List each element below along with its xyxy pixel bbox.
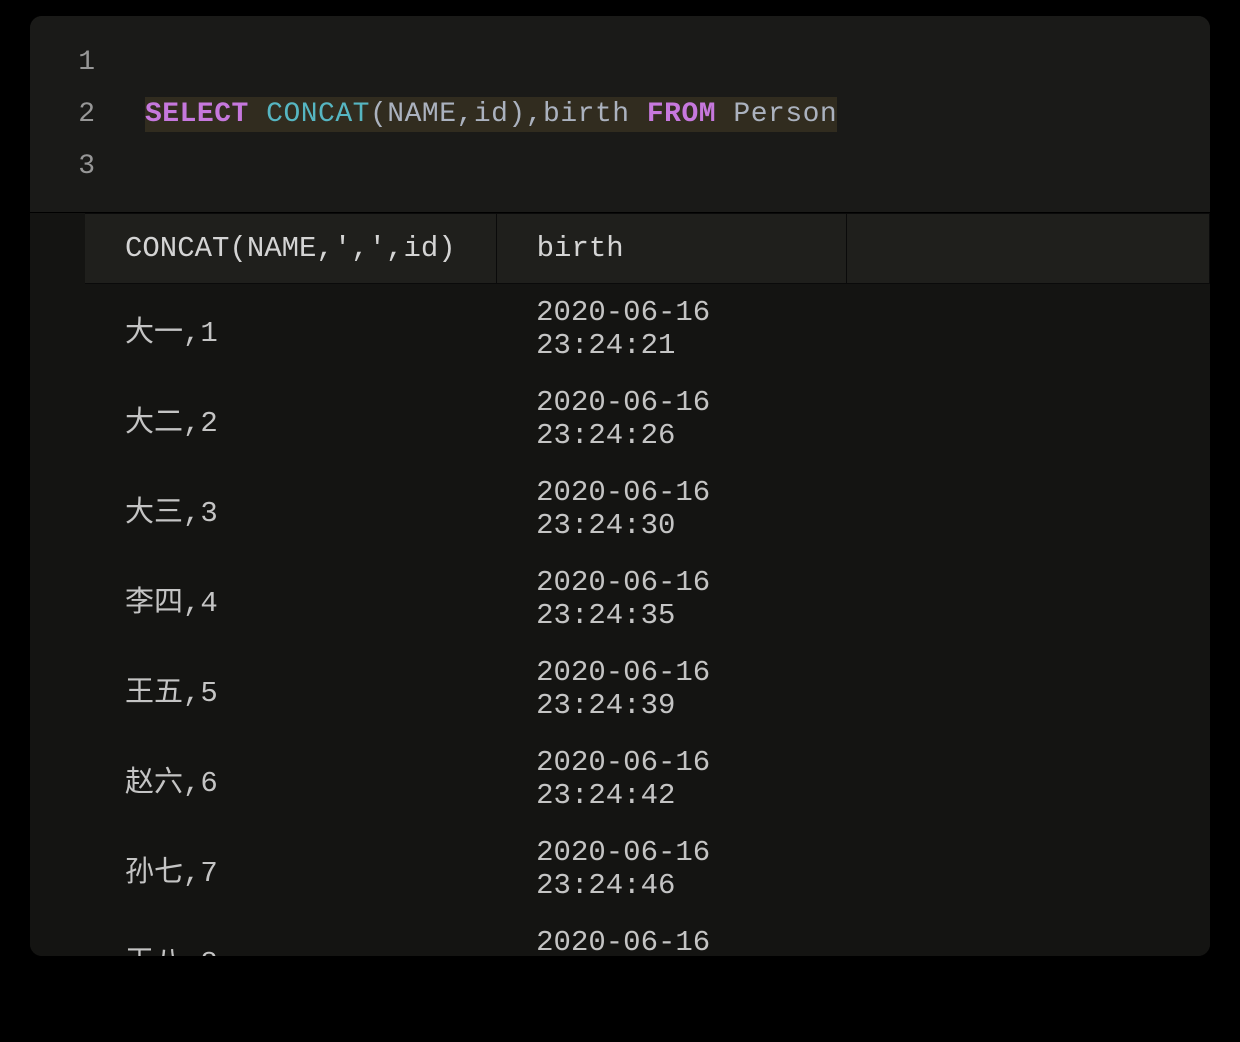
cell-concat: 赵六,6 [85, 734, 496, 824]
table-row[interactable]: 大三,3 2020-06-16 23:24:30 [85, 464, 1210, 554]
sql-comma: , [526, 99, 543, 130]
code-line[interactable]: 1 [30, 36, 1210, 88]
cell-birth: 2020-06-16 23:24:26 [496, 374, 846, 464]
cell-birth: 2020-06-16 23:24:46 [496, 824, 846, 914]
table-row[interactable]: 大二,2 2020-06-16 23:24:26 [85, 374, 1210, 464]
sql-editor-pane[interactable]: 1 2 SELECT CONCAT(NAME,id),birth FROM Pe… [30, 16, 1210, 213]
column-header-concat[interactable]: CONCAT(NAME,',',id) [85, 214, 496, 284]
code-line[interactable]: 3 [30, 140, 1210, 192]
sql-ident-table: Person [733, 99, 837, 130]
sql-keyword-select: SELECT [145, 99, 249, 130]
table-row[interactable]: 李四,4 2020-06-16 23:24:35 [85, 554, 1210, 644]
sql-ident-name: NAME [387, 99, 456, 130]
cell-concat: 孙七,7 [85, 824, 496, 914]
cell-concat: 大三,3 [85, 464, 496, 554]
sql-ident-birth: birth [543, 99, 630, 130]
cell-birth: 2020-06-16 23:24:39 [496, 644, 846, 734]
sql-ident-id: id [474, 99, 509, 130]
cell-birth: 2020-06-16 23:24:35 [496, 554, 846, 644]
code-line[interactable]: 2 SELECT CONCAT(NAME,id),birth FROM Pers… [30, 88, 1210, 140]
workspace: 1 2 SELECT CONCAT(NAME,id),birth FROM Pe… [30, 16, 1210, 956]
table-header-row: CONCAT(NAME,',',id) birth [85, 214, 1210, 284]
table-row[interactable]: 孙七,7 2020-06-16 23:24:46 [85, 824, 1210, 914]
cell-birth: 2020-06-16 23:24:42 [496, 734, 846, 824]
cell-birth: 2020-06-16 23:24:30 [496, 464, 846, 554]
results-pane: CONCAT(NAME,',',id) birth 大一,1 2020-06-1… [30, 213, 1210, 956]
line-number: 1 [30, 47, 145, 78]
table-row[interactable]: 赵六,6 2020-06-16 23:24:42 [85, 734, 1210, 824]
cell-concat: 大二,2 [85, 374, 496, 464]
sql-comma: , [457, 99, 474, 130]
column-header-birth[interactable]: birth [496, 214, 846, 284]
column-header-empty [846, 214, 1209, 284]
table-body: 大一,1 2020-06-16 23:24:21 大二,2 2020-06-16… [85, 284, 1210, 957]
cell-concat: 李四,4 [85, 554, 496, 644]
cell-concat: 王五,5 [85, 644, 496, 734]
sql-keyword-from: FROM [647, 99, 716, 130]
code-content[interactable]: SELECT CONCAT(NAME,id),birth FROM Person [145, 97, 1210, 132]
table-row[interactable]: 王八,8 2020-06-16 23:24:49 [85, 914, 1210, 956]
cell-concat: 王八,8 [85, 914, 496, 956]
line-number: 2 [30, 99, 145, 130]
sql-paren-open: ( [370, 99, 387, 130]
code-area[interactable]: 1 2 SELECT CONCAT(NAME,id),birth FROM Pe… [30, 16, 1210, 212]
cell-birth: 2020-06-16 23:24:49 [496, 914, 846, 956]
results-table: CONCAT(NAME,',',id) birth 大一,1 2020-06-1… [85, 213, 1210, 956]
line-number: 3 [30, 151, 145, 182]
table-row[interactable]: 大一,1 2020-06-16 23:24:21 [85, 284, 1210, 375]
cell-concat: 大一,1 [85, 284, 496, 375]
sql-paren-close: ) [508, 99, 525, 130]
cell-birth: 2020-06-16 23:24:21 [496, 284, 846, 375]
sql-function-concat: CONCAT [266, 99, 370, 130]
table-row[interactable]: 王五,5 2020-06-16 23:24:39 [85, 644, 1210, 734]
